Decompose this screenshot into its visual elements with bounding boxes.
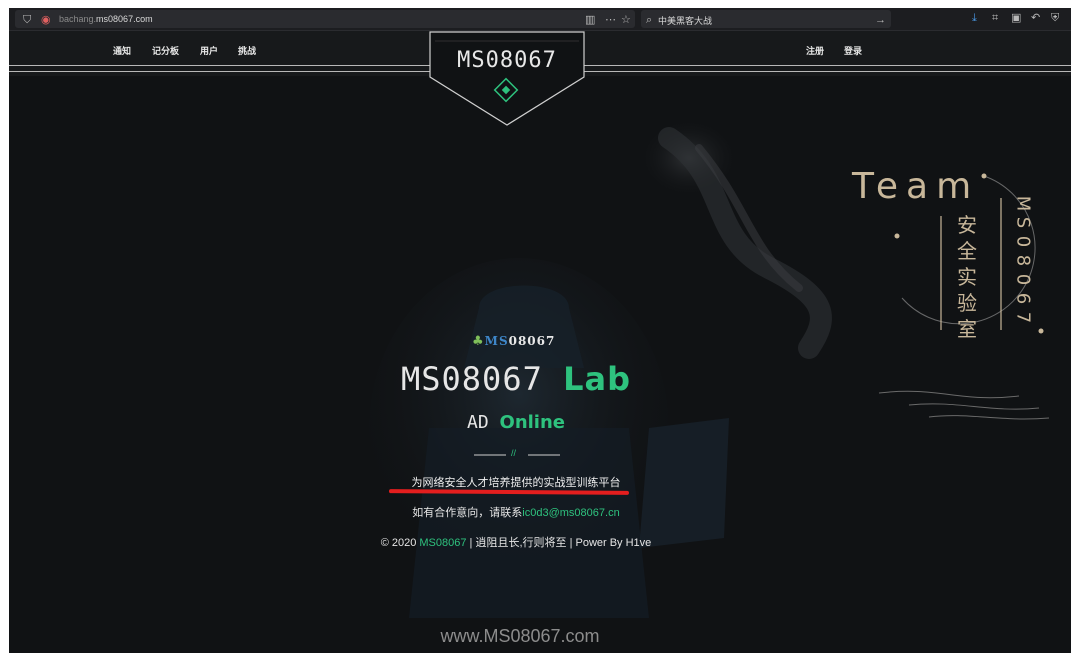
page-actions-icon[interactable]: ⋯ xyxy=(605,13,616,27)
platform-tagline: 为网络安全人才培养提供的实战型训练平台 xyxy=(411,477,621,489)
search-bar[interactable]: ⌕ 中美黑客大战 → xyxy=(641,10,891,28)
logo-emblem[interactable] xyxy=(429,31,585,126)
nav-link-login[interactable]: 登录 xyxy=(844,44,862,57)
contact-line: 如有合作意向，请联系ic0d3@ms08067.cn xyxy=(412,507,620,519)
nav-link-notice[interactable]: 通知 xyxy=(113,44,131,57)
extension-icon[interactable]: ⛨ xyxy=(1051,11,1059,25)
hero-subtitle: AD Online xyxy=(466,412,565,433)
team-badge-word: Team xyxy=(852,166,980,207)
search-go-icon[interactable]: → xyxy=(875,13,886,27)
site-logo-text[interactable]: MS08067 xyxy=(429,48,585,73)
bookmark-star-icon[interactable]: ☆ xyxy=(621,13,631,27)
copyright-brand-link[interactable]: MS08067 xyxy=(419,537,466,549)
plant-icon: ♣ xyxy=(472,334,485,349)
hero-title: MS08067 Lab xyxy=(400,360,631,398)
mini-logo: ♣MS08067 xyxy=(472,334,556,349)
sidebar-icon[interactable]: ▣ xyxy=(1011,11,1021,25)
team-badge-ms: MS08067 xyxy=(1012,195,1034,324)
copyright-line: © 2020 MS08067 | 逍阻且长,行则将至 | Power By H1… xyxy=(380,537,652,549)
nav-link-challenges[interactable]: 挑战 xyxy=(238,44,256,57)
nav-link-register[interactable]: 注册 xyxy=(806,44,824,57)
reader-view-icon[interactable]: ▥ xyxy=(585,13,595,27)
contact-email-link[interactable]: ic0d3@ms08067.cn xyxy=(522,507,619,519)
download-icon[interactable]: ⤓ xyxy=(972,11,977,25)
undo-icon[interactable]: ↶ xyxy=(1031,11,1040,25)
site-lock-icon[interactable]: ◉ xyxy=(41,13,51,27)
hero-divider: // xyxy=(474,448,560,458)
browser-toolbar: ⛉ ◉ bachang.ms08067.com ▥ ⋯ ☆ ⌕ 中美黑客大战 →… xyxy=(9,8,1071,31)
address-bar[interactable]: ⛉ ◉ bachang.ms08067.com ▥ ⋯ ☆ xyxy=(15,10,635,28)
nav-link-scoreboard[interactable]: 记分板 xyxy=(152,44,179,57)
nav-link-users[interactable]: 用户 xyxy=(200,44,218,57)
screenshot-frame: ⛉ ◉ bachang.ms08067.com ▥ ⋯ ☆ ⌕ 中美黑客大战 →… xyxy=(9,8,1071,653)
address-url[interactable]: bachang.ms08067.com xyxy=(59,14,153,24)
search-icon: ⌕ xyxy=(646,14,653,26)
site-watermark: www.MS08067.com xyxy=(440,626,600,646)
team-badge-cn: 安全实验室 xyxy=(957,215,977,341)
screenshot-icon[interactable]: ⌗ xyxy=(992,11,998,25)
shield-icon[interactable]: ⛉ xyxy=(23,13,31,27)
search-input[interactable]: 中美黑客大战 xyxy=(658,14,712,27)
